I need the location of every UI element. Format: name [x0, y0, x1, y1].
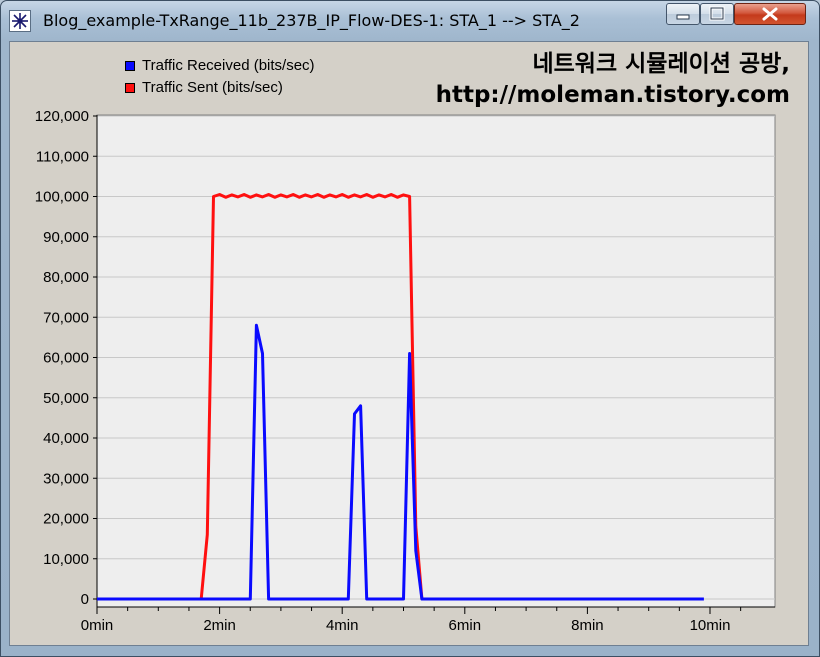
plot-background	[96, 114, 776, 608]
x-tick-label: 8min	[571, 617, 604, 634]
line-chart: 0 10,000 20,000 30,000 40,000 50,000 60,000 70,…	[35, 108, 776, 634]
y-tick-label: 40,000	[43, 430, 89, 447]
y-tick-label: 90,000	[43, 229, 89, 246]
y-tick-label: 0	[81, 591, 89, 608]
x-tick-label: 6min	[449, 617, 482, 634]
x-axis-ticks: 0min 2min 4min 6min 8min 10min	[81, 607, 742, 634]
y-tick-label: 10,000	[43, 551, 89, 568]
x-tick-label: 0min	[81, 617, 114, 634]
y-tick-label: 20,000	[43, 511, 89, 528]
y-tick-label: 30,000	[43, 470, 89, 487]
y-axis-ticks: 0 10,000 20,000 30,000 40,000 50,000 60,000 70,…	[35, 108, 97, 608]
y-tick-label: 80,000	[43, 269, 89, 286]
y-tick-label: 100,000	[35, 189, 89, 206]
y-tick-label: 70,000	[43, 309, 89, 326]
x-tick-label: 10min	[690, 617, 731, 634]
y-tick-label: 110,000	[36, 148, 89, 165]
y-tick-label: 60,000	[43, 350, 89, 367]
x-tick-label: 4min	[326, 617, 359, 634]
y-tick-label: 50,000	[43, 390, 89, 407]
x-tick-label: 2min	[203, 617, 236, 634]
y-tick-label: 120,000	[35, 108, 89, 125]
